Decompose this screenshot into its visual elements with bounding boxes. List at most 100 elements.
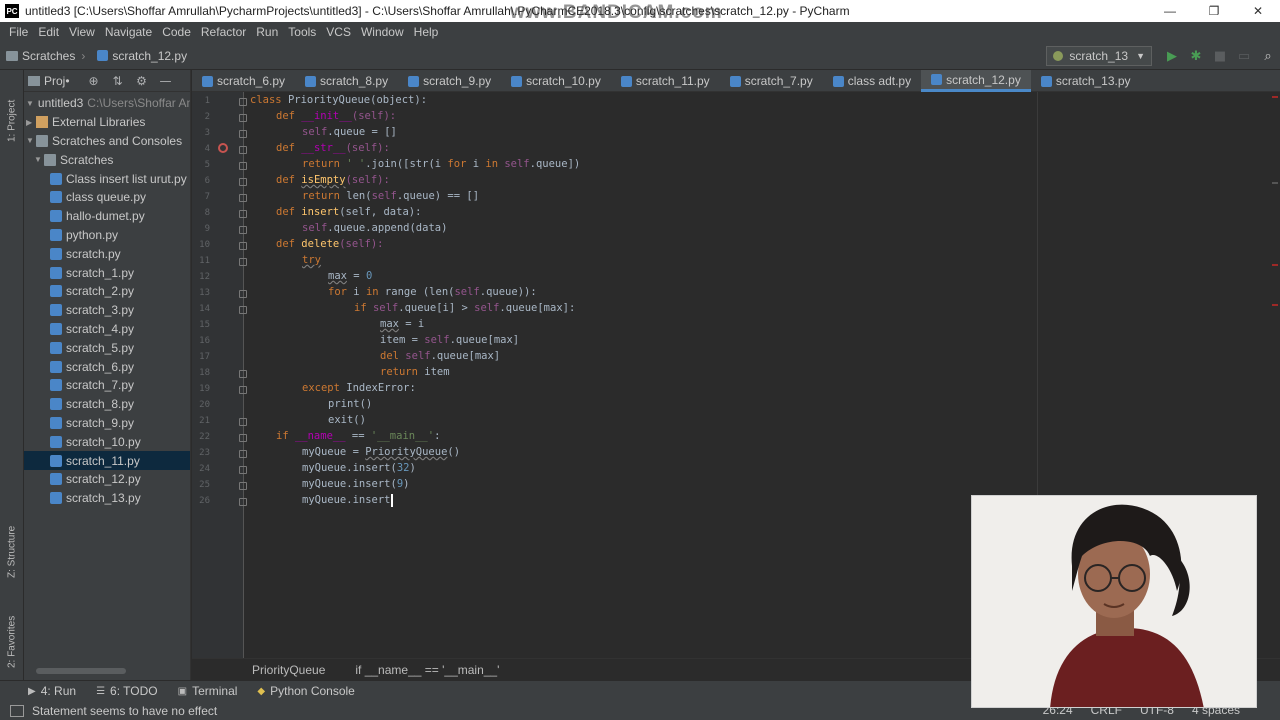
tab-scratch-12[interactable]: scratch_12.py: [921, 70, 1031, 92]
build-icon[interactable]: ▭: [1232, 44, 1256, 68]
fold-marker-icon[interactable]: [239, 178, 247, 186]
tree-item-file[interactable]: scratch_10.py: [24, 432, 190, 451]
menu-refactor[interactable]: Refactor: [196, 25, 251, 39]
python-console-tool-button[interactable]: ◆ Python Console: [257, 684, 354, 698]
tree-item-file-selected[interactable]: scratch_11.py: [24, 451, 190, 470]
tab-scratch-6[interactable]: scratch_6.py: [192, 70, 295, 92]
tree-item-file[interactable]: scratch_13.py: [24, 489, 190, 508]
run-icon[interactable]: ▶: [1160, 44, 1184, 68]
tree-item-file[interactable]: python.py: [24, 226, 190, 245]
error-mark[interactable]: [1272, 304, 1278, 306]
breadcrumb-class[interactable]: PriorityQueue: [252, 663, 325, 677]
tree-item-file[interactable]: scratch_3.py: [24, 301, 190, 320]
menu-tools[interactable]: Tools: [283, 25, 321, 39]
tab-scratch-7[interactable]: scratch_7.py: [720, 70, 823, 92]
debug-icon[interactable]: ✱: [1184, 44, 1208, 68]
run-tool-button[interactable]: ▶ 4: Run: [28, 684, 76, 698]
tree-item-file[interactable]: scratch_5.py: [24, 338, 190, 357]
nav-crumb-scratches[interactable]: Scratches ›: [0, 49, 91, 63]
code-area[interactable]: class PriorityQueue(object): def __init_…: [250, 92, 580, 507]
fold-marker-icon[interactable]: [239, 370, 247, 378]
stop-icon[interactable]: ■: [1208, 44, 1232, 68]
tree-item-file[interactable]: scratch_6.py: [24, 357, 190, 376]
nav-crumb-file[interactable]: scratch_12.py: [91, 49, 193, 63]
menu-edit[interactable]: Edit: [33, 25, 64, 39]
fold-marker-icon[interactable]: [239, 498, 247, 506]
tree-item-file[interactable]: scratch_12.py: [24, 470, 190, 489]
hide-icon[interactable]: —: [154, 74, 178, 88]
tree-item-root[interactable]: ▼ untitled3 C:\Users\Shoffar Amrullah: [24, 94, 190, 113]
project-view-select[interactable]: Proj•: [44, 74, 70, 88]
fold-marker-icon[interactable]: [239, 418, 247, 426]
project-tool-tab[interactable]: 1: Project: [2, 78, 22, 142]
minimize-button[interactable]: —: [1148, 0, 1192, 22]
warning-mark[interactable]: [1272, 182, 1278, 184]
tree-item-file[interactable]: hallo-dumet.py: [24, 207, 190, 226]
tree-item-file[interactable]: class queue.py: [24, 188, 190, 207]
fold-marker-icon[interactable]: [239, 466, 247, 474]
error-mark[interactable]: [1272, 264, 1278, 266]
project-horizontal-scrollbar[interactable]: [36, 668, 126, 674]
fold-marker-icon[interactable]: [239, 210, 247, 218]
fold-marker-icon[interactable]: [239, 306, 247, 314]
tab-scratch-13[interactable]: scratch_13.py: [1031, 70, 1141, 92]
close-button[interactable]: ✕: [1236, 0, 1280, 22]
tab-scratch-11[interactable]: scratch_11.py: [611, 70, 720, 92]
tree-item-scratches[interactable]: ▼ Scratches: [24, 150, 190, 169]
search-icon[interactable]: ⌕: [1256, 44, 1280, 68]
gear-icon[interactable]: ⚙: [130, 74, 154, 88]
terminal-tool-button[interactable]: ▣ Terminal: [178, 684, 238, 698]
fold-marker-icon[interactable]: [239, 194, 247, 202]
tree-item-external-libraries[interactable]: ▶ External Libraries: [24, 113, 190, 132]
fold-marker-icon[interactable]: [239, 114, 247, 122]
structure-tool-tab[interactable]: Z: Structure: [2, 508, 22, 578]
error-mark[interactable]: [1272, 96, 1278, 98]
tree-item-file[interactable]: Class insert list urut.py: [24, 169, 190, 188]
fold-marker-icon[interactable]: [239, 386, 247, 394]
run-config-select[interactable]: scratch_13 ▼: [1046, 46, 1152, 66]
fold-marker-icon[interactable]: [239, 242, 247, 250]
menu-run[interactable]: Run: [251, 25, 283, 39]
breadcrumb-block[interactable]: if __name__ == '__main__': [355, 663, 499, 677]
tree-item-file[interactable]: scratch_2.py: [24, 282, 190, 301]
override-marker-icon[interactable]: [218, 143, 228, 153]
line-number: 9: [204, 224, 210, 234]
tab-scratch-10[interactable]: scratch_10.py: [501, 70, 611, 92]
python-file-icon: [50, 285, 62, 298]
todo-icon: ☰: [96, 685, 106, 697]
fold-marker-icon[interactable]: [239, 290, 247, 298]
tree-item-file[interactable]: scratch_7.py: [24, 376, 190, 395]
tab-class-adt[interactable]: class adt.py: [823, 70, 921, 92]
tree-item-file[interactable]: scratch_1.py: [24, 263, 190, 282]
tree-item-file[interactable]: scratch_9.py: [24, 414, 190, 433]
maximize-button[interactable]: ❐: [1192, 0, 1236, 22]
locate-icon[interactable]: ⊕: [82, 74, 106, 88]
tree-item-file[interactable]: scratch.py: [24, 244, 190, 263]
tree-item-scratches-and-consoles[interactable]: ▼ Scratches and Consoles: [24, 132, 190, 151]
fold-marker-icon[interactable]: [239, 434, 247, 442]
menu-vcs[interactable]: VCS: [321, 25, 356, 39]
collapse-icon[interactable]: ⇅: [106, 74, 130, 88]
tree-item-file[interactable]: scratch_4.py: [24, 320, 190, 339]
menu-view[interactable]: View: [64, 25, 100, 39]
fold-marker-icon[interactable]: [239, 146, 247, 154]
fold-marker-icon[interactable]: [239, 130, 247, 138]
fold-marker-icon[interactable]: [239, 258, 247, 266]
error-stripe[interactable]: [1270, 92, 1280, 658]
menu-window[interactable]: Window: [356, 25, 409, 39]
tree-item-file[interactable]: scratch_8.py: [24, 395, 190, 414]
tab-scratch-8[interactable]: scratch_8.py: [295, 70, 398, 92]
fold-marker-icon[interactable]: [239, 98, 247, 106]
favorites-tool-tab[interactable]: 2: Favorites: [2, 598, 22, 668]
fold-marker-icon[interactable]: [239, 162, 247, 170]
menu-code[interactable]: Code: [157, 25, 196, 39]
panel-toggle-icon[interactable]: [10, 704, 24, 717]
menu-file[interactable]: File: [4, 25, 33, 39]
tab-scratch-9[interactable]: scratch_9.py: [398, 70, 501, 92]
menu-help[interactable]: Help: [409, 25, 444, 39]
todo-tool-button[interactable]: ☰ 6: TODO: [96, 684, 158, 698]
menu-navigate[interactable]: Navigate: [100, 25, 157, 39]
fold-marker-icon[interactable]: [239, 450, 247, 458]
fold-marker-icon[interactable]: [239, 226, 247, 234]
fold-marker-icon[interactable]: [239, 482, 247, 490]
